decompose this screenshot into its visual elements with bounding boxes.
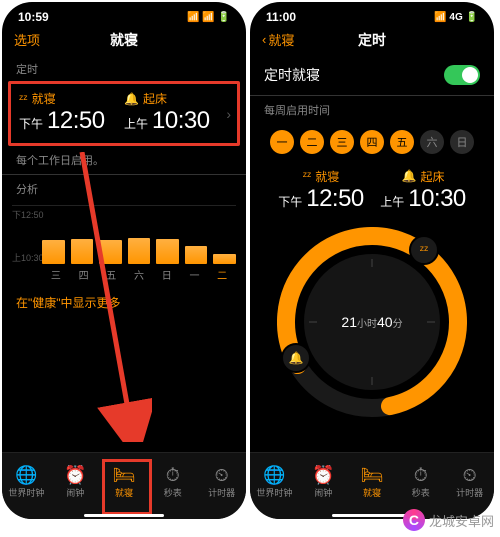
- home-indicator[interactable]: [84, 514, 164, 517]
- wake-label: 🔔 起床: [124, 90, 229, 107]
- nav-bar: ‹ 就寝 定时: [250, 26, 494, 55]
- status-bar: 11:00 📶 4G 🔋: [250, 2, 494, 26]
- duration-display: 21小时40分: [341, 314, 402, 330]
- watermark: C 龙城安卓网: [403, 509, 494, 531]
- bedtime-value: 12:50: [306, 185, 364, 213]
- status-indicators: 📶 4G 🔋: [434, 12, 478, 23]
- tab-alarm[interactable]: ⏰闹钟: [299, 453, 348, 511]
- schedule-row[interactable]: ᶻᶻ 就寝 下午 12:50 🔔 起床 上午 10:30: [11, 84, 237, 143]
- chart-bars: [42, 224, 236, 264]
- scheduled-toggle[interactable]: [444, 65, 480, 85]
- wake-value: 10:30: [152, 107, 210, 135]
- section-analysis-label: 分析: [2, 175, 246, 201]
- tab-world-clock[interactable]: 🌐世界时钟: [2, 453, 51, 511]
- tab-world-clock[interactable]: 🌐世界时钟: [250, 453, 299, 511]
- bedtime-label: ᶻᶻ 就寝: [19, 90, 124, 107]
- workdays-caption: 每个工作日启用。: [2, 146, 246, 174]
- bell-icon: 🔔: [124, 92, 139, 106]
- tab-timer[interactable]: ⏲计时器: [197, 453, 246, 511]
- tab-timer[interactable]: ⏲计时器: [445, 453, 494, 511]
- section-weekly-label: 每周启用时间: [250, 96, 494, 122]
- scheduled-label: 定时就寝: [264, 65, 320, 85]
- chart-xaxis: 三 四 五 六 日 一 二: [42, 267, 236, 282]
- bed-icon: ᶻᶻ: [303, 169, 312, 183]
- phone-left: 10:59 📶 📶 🔋 选项 就寝 定时 ᶻᶻ 就寝 下午 12:50: [2, 2, 246, 519]
- tab-bar: 🌐世界时钟 ⏰闹钟 🛏就寝 ⏱秒表 ⏲计时器: [2, 452, 246, 519]
- bedtime-handle[interactable]: 🔔: [281, 343, 311, 373]
- page-title: 定时: [358, 30, 386, 50]
- day-mon[interactable]: 一: [270, 130, 294, 154]
- scheduled-bedtime-row: 定时就寝: [250, 55, 494, 95]
- day-wed[interactable]: 三: [330, 130, 354, 154]
- chart-y-top: 下12:50: [12, 208, 44, 221]
- stopwatch-icon: ⏱: [166, 466, 180, 484]
- section-timer-label: 定时: [2, 55, 246, 81]
- bed-icon: 🛏: [361, 466, 384, 484]
- highlight-box-times: ᶻᶻ 就寝 下午 12:50 🔔 起床 上午 10:30: [8, 81, 240, 146]
- health-link[interactable]: 在"健康"中显示更多: [2, 288, 246, 317]
- sleep-dial[interactable]: 🔔 ᶻᶻ 21小时40分: [277, 227, 467, 417]
- bell-icon: 🔔: [402, 169, 417, 183]
- highlight-box-tab: [102, 459, 152, 515]
- watermark-logo-icon: C: [403, 509, 425, 531]
- chevron-left-icon: ‹: [262, 32, 266, 47]
- day-sat[interactable]: 六: [420, 130, 444, 154]
- back-button[interactable]: ‹ 就寝: [262, 30, 294, 49]
- bedtime-label: ᶻᶻ就寝: [270, 168, 372, 185]
- status-time: 10:59: [18, 10, 49, 24]
- status-indicators: 📶 📶 🔋: [187, 12, 230, 23]
- phone-right: 11:00 📶 4G 🔋 ‹ 就寝 定时 定时就寝 每周启用时间 一 二 三 四…: [250, 2, 494, 519]
- globe-icon: 🌐: [263, 466, 285, 484]
- tab-stopwatch[interactable]: ⏱秒表: [148, 453, 197, 511]
- bedtime-prefix: 下午: [19, 115, 43, 132]
- chart-y-bot: 上10:30: [12, 251, 44, 264]
- bed-icon: ᶻᶻ: [19, 92, 28, 106]
- day-fri[interactable]: 五: [390, 130, 414, 154]
- status-bar: 10:59 📶 📶 🔋: [2, 2, 246, 26]
- schedule-display: ᶻᶻ就寝 下午 12:50 🔔起床 上午 10:30: [250, 164, 494, 221]
- alarm-icon: ⏰: [312, 466, 334, 484]
- timer-icon: ⏲: [463, 466, 477, 484]
- tab-stopwatch[interactable]: ⏱秒表: [396, 453, 445, 511]
- alarm-icon: ⏰: [64, 466, 86, 484]
- timer-icon: ⏲: [215, 466, 229, 484]
- day-selector: 一 二 三 四 五 六 日: [250, 122, 494, 164]
- page-title: 就寝: [110, 30, 138, 50]
- chevron-right-icon: ›: [226, 106, 231, 122]
- status-time: 11:00: [266, 10, 296, 24]
- options-button[interactable]: 选项: [14, 30, 40, 49]
- wake-handle[interactable]: ᶻᶻ: [409, 235, 439, 265]
- nav-bar: 选项 就寝: [2, 26, 246, 55]
- day-tue[interactable]: 二: [300, 130, 324, 154]
- wake-prefix: 上午: [124, 115, 148, 132]
- day-sun[interactable]: 日: [450, 130, 474, 154]
- globe-icon: 🌐: [15, 466, 37, 484]
- bedtime-value: 12:50: [47, 107, 105, 135]
- home-indicator[interactable]: [332, 514, 412, 517]
- wake-value: 10:30: [408, 185, 466, 213]
- wake-label: 🔔起床: [372, 168, 474, 185]
- tab-bedtime[interactable]: 🛏就寝: [348, 453, 397, 511]
- day-thu[interactable]: 四: [360, 130, 384, 154]
- stopwatch-icon: ⏱: [414, 466, 428, 484]
- sleep-chart: 下12:50 上10:30 三 四 五 六 日 一 二: [12, 205, 236, 286]
- tab-alarm[interactable]: ⏰闹钟: [51, 453, 100, 511]
